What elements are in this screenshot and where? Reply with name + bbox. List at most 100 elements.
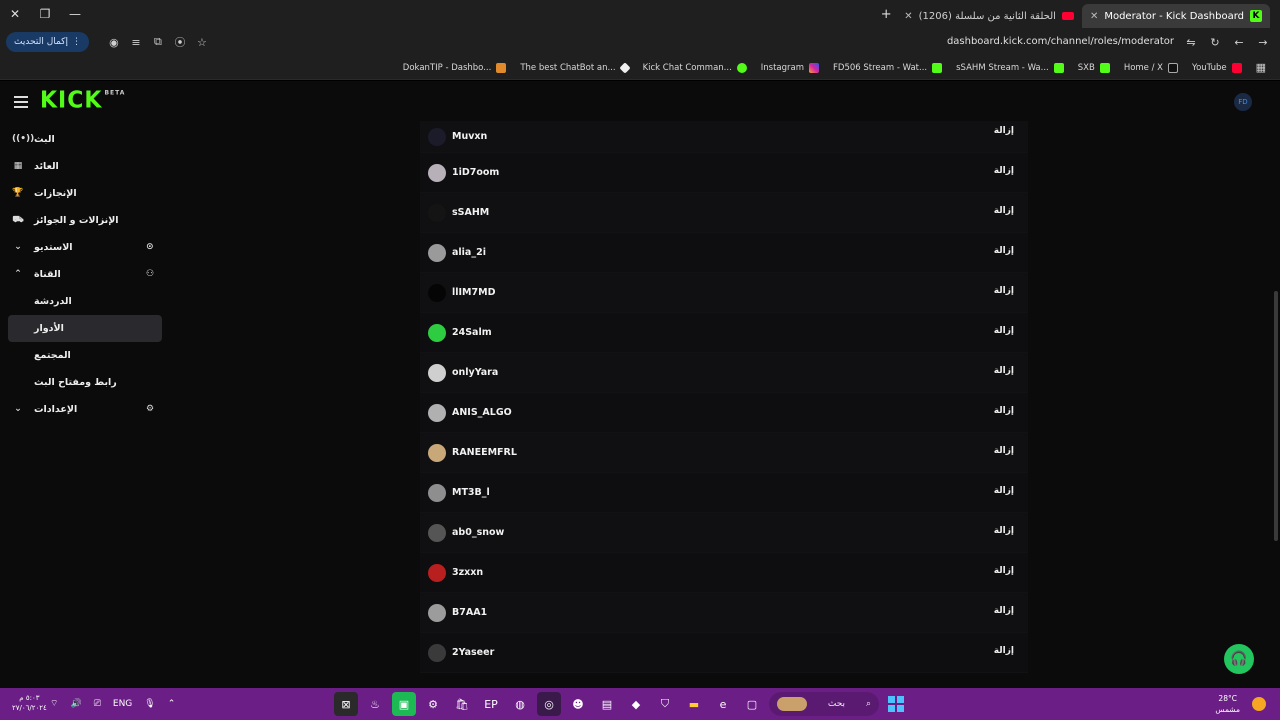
avatar[interactable] [428,283,446,302]
avatar[interactable] [428,563,446,582]
new-tab-button[interactable]: + [876,7,896,22]
wifi-icon[interactable]: ⌔ [50,698,58,709]
moderator-username[interactable]: alia_2i [452,247,486,258]
discord-icon[interactable]: ☻ [566,692,590,716]
bookmark-kick-chat[interactable]: Kick Chat Comman... [643,62,747,73]
moderator-username[interactable]: RANEEMFRL [452,447,517,458]
sidebar-item-achievements[interactable]: 🏆 الإنجازات [0,180,170,207]
file-explorer-icon[interactable]: ▬ [682,692,706,716]
app-icon[interactable]: ◆ [624,692,648,716]
close-tab-icon[interactable]: ✕ [904,11,912,22]
moderator-username[interactable]: onlyYara [452,367,498,378]
sidebar-item-chat[interactable]: الدردشة [0,288,170,315]
start-button[interactable] [884,692,908,716]
bookmark-x[interactable]: Home / X [1124,62,1179,73]
restore-window-icon[interactable]: ❐ [30,0,60,28]
moderator-username[interactable]: ab0_snow [452,527,504,538]
remove-moderator-button[interactable]: إزالة [994,526,1014,536]
sidebar-item-channel[interactable]: ⌃ القناة ⚇ [0,261,170,288]
avatar[interactable] [428,443,446,462]
all-bookmarks-icon[interactable]: ▦ [1256,61,1266,74]
page-scrollbar[interactable] [1274,291,1278,541]
chevron-up-icon[interactable]: ⌃ [168,699,176,709]
network-icon[interactable]: ⎚ [94,699,101,709]
headset-icon[interactable]: 🎧 [1224,644,1254,674]
extensions-icon[interactable]: ⧉ [147,31,169,53]
close-tab-icon[interactable]: ✕ [1090,11,1098,22]
hamburger-menu-icon[interactable] [14,96,28,108]
app-icon[interactable]: ⊠ [334,692,358,716]
bookmark-fd506[interactable]: FD506 Stream - Wat... [833,62,943,73]
edge-icon[interactable]: e [711,692,735,716]
app-icon[interactable]: ⛉ [653,692,677,716]
avatar[interactable] [428,643,446,662]
bookmark-instagram[interactable]: Instagram [761,62,820,73]
update-button[interactable]: إكمال التحديث ⋮ [6,32,89,52]
back-icon[interactable]: ← [1228,31,1250,53]
avatar[interactable] [428,603,446,622]
bookmark-chatbot[interactable]: The best ChatBot an... [520,61,631,74]
language-indicator[interactable]: ENG [113,699,132,709]
site-settings-icon[interactable]: ⇋ [1180,31,1202,53]
weather-widget[interactable]: 28°C مشمس [1215,693,1240,715]
playlist-icon[interactable]: ≡ [125,31,147,53]
bookmark-youtube[interactable]: YouTube [1192,62,1242,73]
reload-icon[interactable]: ↻ [1204,31,1226,53]
remove-moderator-button[interactable]: إزالة [994,326,1014,336]
remove-moderator-button[interactable]: إزالة [994,646,1014,656]
sidebar-item-studio[interactable]: ⌄ الاستديو ⊙ [0,234,170,261]
remove-moderator-button[interactable]: إزالة [994,246,1014,256]
remove-moderator-button[interactable]: إزالة [994,406,1014,416]
moderator-username[interactable]: Muvxn [452,131,487,142]
epic-games-icon[interactable]: EP [479,692,503,716]
search-box[interactable]: بحث ⌕ [769,692,879,716]
volume-icon[interactable]: 🔊 [70,699,81,709]
remove-moderator-button[interactable]: إزالة [994,446,1014,456]
store-icon[interactable]: 🛍 [450,692,474,716]
remove-moderator-button[interactable]: إزالة [994,166,1014,176]
avatar[interactable] [428,243,446,262]
remove-moderator-button[interactable]: إزالة [994,206,1014,216]
clock[interactable]: ٥:٠٣ م ٢٧/٠٦/٢٠٢٤ [12,693,47,713]
minimize-window-icon[interactable]: — [60,0,90,28]
url-field[interactable]: dashboard.kick.com/channel/roles/moderat… [947,36,1174,47]
app-icon[interactable]: ▢ [740,692,764,716]
moderator-username[interactable]: sSAHM [452,207,489,218]
app-icon[interactable]: ▣ [392,692,416,716]
avatar[interactable] [428,523,446,542]
avatar[interactable] [428,163,446,182]
remove-moderator-button[interactable]: إزالة [994,366,1014,376]
sidebar-item-stream[interactable]: ((•)) البث [0,126,170,153]
close-window-icon[interactable]: ✕ [0,0,30,28]
remove-moderator-button[interactable]: إزالة [994,566,1014,576]
bookmark-sxb[interactable]: SXB [1078,62,1110,73]
bookmark-dokantip[interactable]: DokanTIP - Dashbo... [403,62,507,73]
sidebar-item-settings[interactable]: ⌄ الإعدادات ⚙ [0,396,170,423]
sidebar-item-community[interactable]: المجتمع [0,342,170,369]
bookmark-ssahm[interactable]: sSAHM Stream - Wa... [956,62,1064,73]
moderator-username[interactable]: llIM7MD [452,287,495,298]
read-aloud-icon[interactable]: ⦿ [169,31,191,53]
moderator-username[interactable]: 1iD7oom [452,167,499,178]
avatar[interactable] [428,363,446,382]
chrome-icon[interactable]: ◎ [537,692,561,716]
sidebar-item-stream-key[interactable]: رابط ومفتاح البث [0,369,170,396]
forward-icon[interactable]: → [1252,31,1274,53]
sidebar-item-revenue[interactable]: ▦ العائد [0,153,170,180]
remove-moderator-button[interactable]: إزالة [994,286,1014,296]
app-icon[interactable]: ◍ [508,692,532,716]
microphone-icon[interactable]: 🎙 [144,699,155,709]
moderator-username[interactable]: MT3B_l [452,487,490,498]
user-avatar[interactable]: FD [1234,93,1252,111]
moderator-username[interactable]: B7AA1 [452,607,487,618]
avatar[interactable] [428,203,446,222]
tab-kick-dashboard[interactable]: ✕ Moderator - Kick Dashboard K [1081,4,1270,28]
moderator-username[interactable]: 24Salm [452,327,492,338]
moderator-username[interactable]: ANIS_ALGO [452,407,512,418]
avatar[interactable] [428,323,446,342]
sidebar-item-roles[interactable]: الأدوار [8,315,162,342]
remove-moderator-button[interactable]: إزالة [994,486,1014,496]
tab-youtube[interactable]: ✕ (1206) الحلقة الثانية من سلسلة [896,4,1082,28]
app-icon[interactable]: ▤ [595,692,619,716]
bookmark-star-icon[interactable]: ☆ [191,31,213,53]
